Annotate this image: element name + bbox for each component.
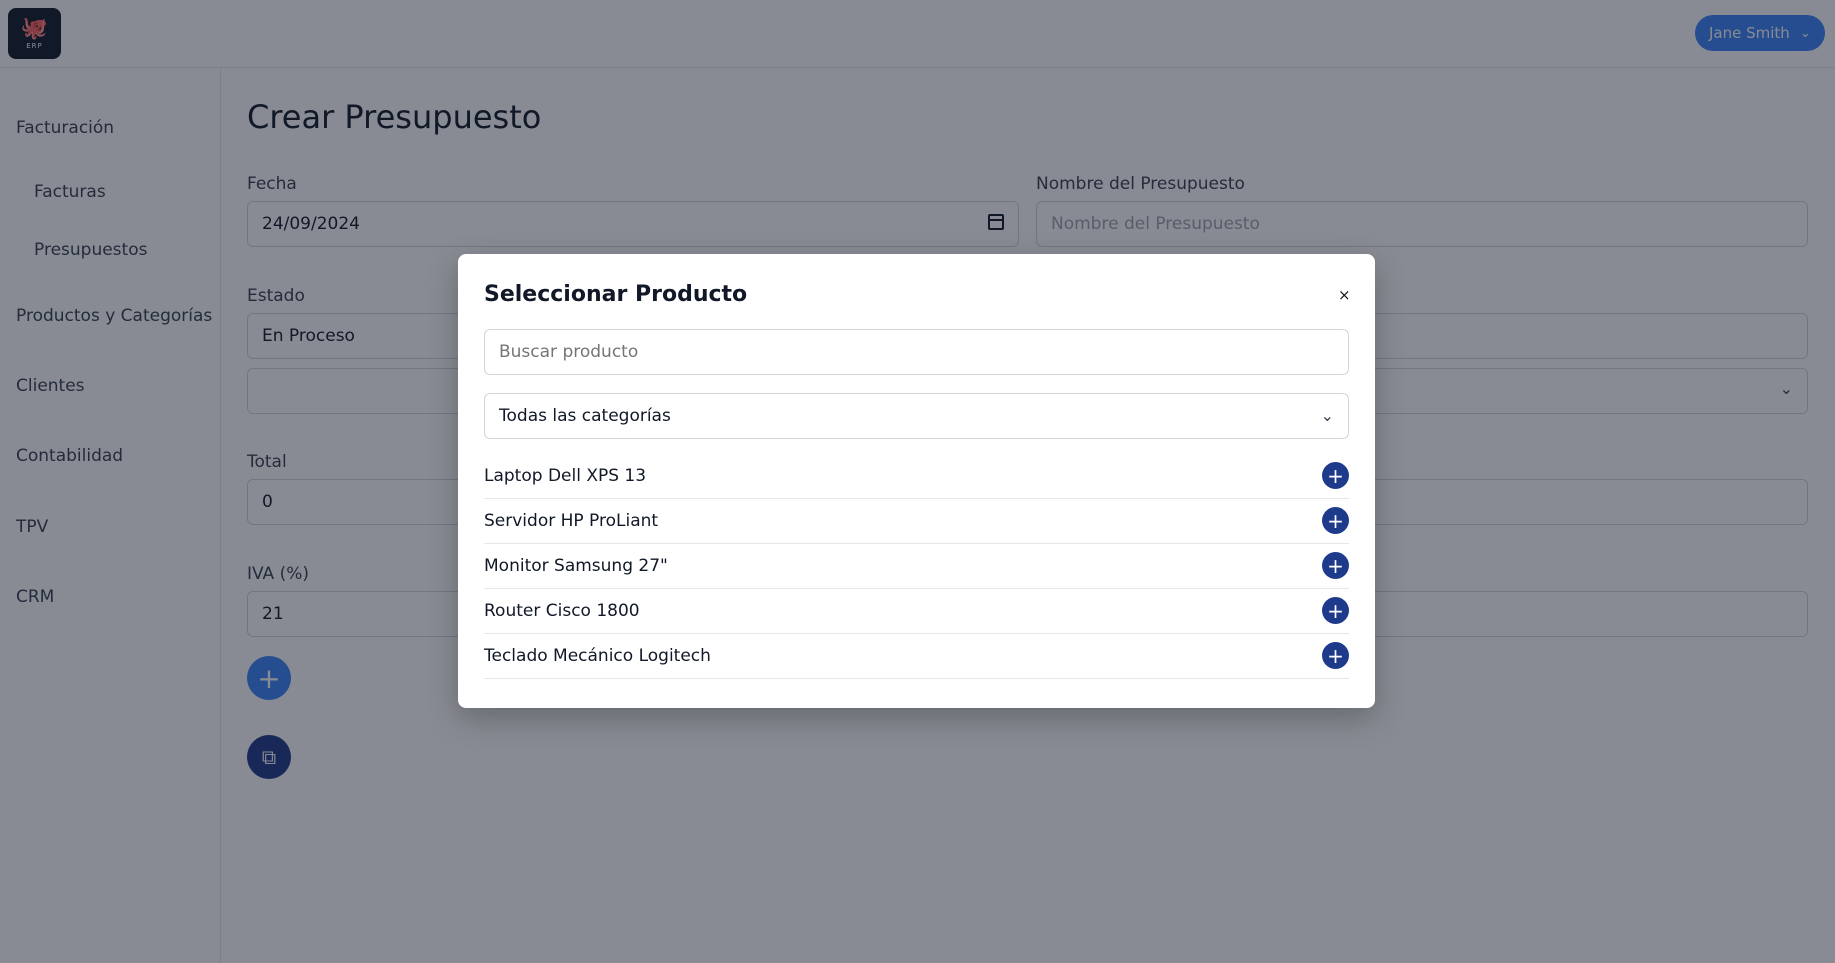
category-value: Todas las categorías — [499, 406, 671, 426]
product-row: Servidor HP ProLiant + — [484, 499, 1349, 544]
app-root: 🐙 ERP Jane Smith ⌄ Facturación Facturas … — [0, 0, 1835, 963]
product-name: Teclado Mecánico Logitech — [484, 646, 711, 666]
close-icon[interactable]: × — [1338, 286, 1351, 304]
category-select[interactable]: Todas las categorías ⌄ — [484, 393, 1349, 439]
add-product-icon[interactable]: + — [1322, 552, 1349, 579]
product-name: Router Cisco 1800 — [484, 601, 640, 621]
product-row: Teclado Mecánico Logitech + — [484, 634, 1349, 679]
chevron-down-icon: ⌄ — [1320, 406, 1334, 425]
product-name: Monitor Samsung 27" — [484, 556, 668, 576]
product-row: Laptop Dell XPS 13 + — [484, 454, 1349, 499]
add-product-icon[interactable]: + — [1322, 597, 1349, 624]
select-product-modal: Seleccionar Producto × Todas las categor… — [458, 254, 1375, 708]
product-name: Servidor HP ProLiant — [484, 511, 659, 531]
product-row: Monitor Samsung 27" + — [484, 544, 1349, 589]
product-name: Laptop Dell XPS 13 — [484, 466, 647, 486]
add-product-icon[interactable]: + — [1322, 507, 1349, 534]
product-row: Router Cisco 1800 + — [484, 589, 1349, 634]
add-product-icon[interactable]: + — [1322, 642, 1349, 669]
add-product-icon[interactable]: + — [1322, 462, 1349, 489]
modal-title: Seleccionar Producto — [484, 282, 748, 307]
product-search-input[interactable] — [484, 329, 1349, 375]
